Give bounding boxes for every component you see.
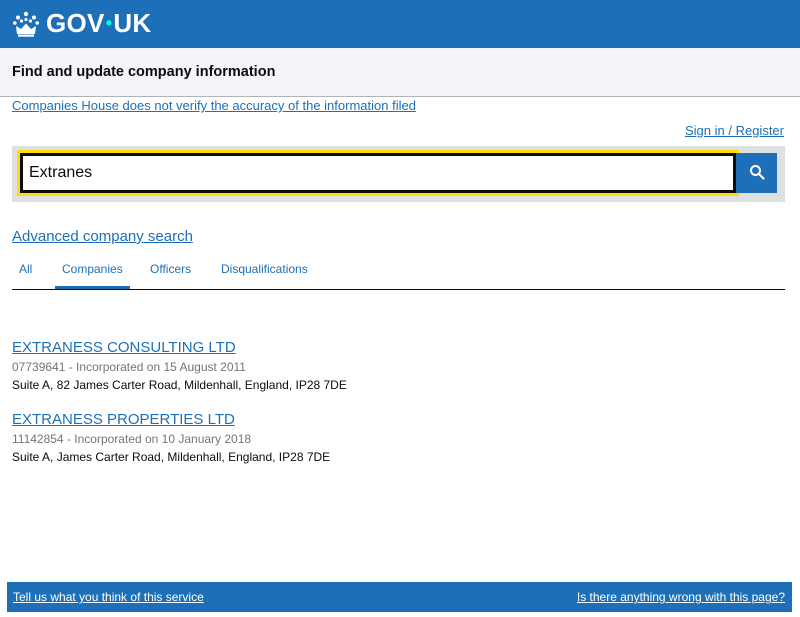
advanced-search-link[interactable]: Advanced company search [12,228,193,245]
company-name-link[interactable]: EXTRANESS PROPERTIES LTD [12,410,347,430]
search-button[interactable] [736,153,777,193]
govuk-wordmark: GOV•UK [46,9,151,40]
sign-in-register-link[interactable]: Sign in / Register [685,123,784,138]
service-name: Find and update company information [12,64,276,80]
company-name-link[interactable]: EXTRANESS CONSULTING LTD [12,338,347,358]
tab-disqualifications[interactable]: Disqualifications [214,254,315,289]
search-bar [12,146,785,202]
tab-companies[interactable]: Companies [55,254,130,289]
feedback-footer: Tell us what you think of this service I… [7,582,792,612]
logo-dot: • [105,12,113,33]
report-problem-link[interactable]: Is there anything wrong with this page? [577,590,785,604]
search-input[interactable] [20,153,736,193]
crown-icon [12,10,40,38]
tab-all[interactable]: All [12,254,39,289]
logo-text-right: UK [113,7,152,38]
service-bar: Find and update company information [0,48,800,97]
company-address: Suite A, James Carter Road, Mildenhall, … [12,450,331,464]
list-item: EXTRANESS PROPERTIES LTD 11142854 - Inco… [12,410,347,466]
results-list: EXTRANESS CONSULTING LTD 07739641 - Inco… [12,338,347,482]
govuk-header: GOV•UK [0,0,800,48]
tab-officers[interactable]: Officers [143,254,198,289]
logo-text-left: GOV [46,7,105,38]
feedback-link[interactable]: Tell us what you think of this service [13,590,204,604]
disclaimer-link[interactable]: Companies House does not verify the accu… [12,98,416,113]
company-meta: 11142854 - Incorporated on 10 January 20… [12,432,252,446]
company-meta: 07739641 - Incorporated on 15 August 201… [12,360,246,374]
search-category-tabs: All Companies Officers Disqualifications [12,254,785,290]
list-item: EXTRANESS CONSULTING LTD 07739641 - Inco… [12,338,347,394]
company-address: Suite A, 82 James Carter Road, Mildenhal… [12,378,347,392]
search-icon [749,164,765,183]
govuk-logo-link[interactable]: GOV•UK [12,9,151,40]
